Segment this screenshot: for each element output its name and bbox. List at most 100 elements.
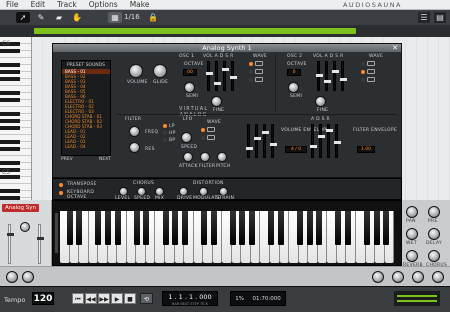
- roll-black-key[interactable]: [0, 63, 20, 67]
- vol-env-release-slider[interactable]: [270, 124, 277, 158]
- black-key[interactable]: [373, 211, 380, 245]
- mixer-pre-knob[interactable]: [428, 206, 440, 218]
- menu-edit[interactable]: Edit: [25, 0, 52, 9]
- tempo-field[interactable]: 120: [32, 292, 54, 305]
- menu-make[interactable]: Make: [124, 0, 156, 9]
- mixer-wet-knob[interactable]: [406, 228, 418, 240]
- osc2-semi-knob[interactable]: [288, 82, 299, 93]
- square-wave-icon[interactable]: [207, 135, 215, 140]
- osc1-decay-slider[interactable]: [222, 61, 229, 91]
- filter-lp-led[interactable]: [163, 124, 167, 128]
- osc2-fine-knob[interactable]: [315, 96, 326, 107]
- osc1-fine-knob[interactable]: [211, 96, 222, 107]
- filter-res-knob[interactable]: [129, 142, 140, 153]
- black-key[interactable]: [306, 211, 313, 245]
- close-icon[interactable]: ✕: [391, 44, 399, 52]
- filter-env-sustain-slider[interactable]: [326, 124, 333, 158]
- play-icon[interactable]: ▶: [111, 293, 123, 304]
- roll-black-key[interactable]: [0, 112, 20, 116]
- lfo-speed-knob[interactable]: [181, 132, 192, 143]
- black-key[interactable]: [248, 211, 256, 245]
- osc1-vol-slider[interactable]: [206, 61, 213, 91]
- osc2-wave-led[interactable]: [361, 70, 365, 74]
- roll-black-key[interactable]: [0, 119, 20, 123]
- lfo-attack-knob[interactable]: [183, 152, 193, 162]
- black-key[interactable]: [114, 211, 121, 245]
- channel-knob[interactable]: [22, 271, 34, 283]
- black-key[interactable]: [181, 211, 188, 245]
- black-key[interactable]: [364, 211, 371, 245]
- sine-wave-icon[interactable]: [207, 127, 215, 132]
- osc1-wave-led[interactable]: [249, 70, 253, 74]
- transpose-up-icon[interactable]: [59, 183, 63, 187]
- black-key[interactable]: [162, 211, 169, 245]
- black-key[interactable]: [104, 211, 112, 245]
- black-key[interactable]: [316, 211, 323, 245]
- osc1-sustain-slider[interactable]: [230, 61, 237, 91]
- sine-wave-icon[interactable]: [255, 77, 263, 82]
- osc2-wave-led[interactable]: [361, 78, 365, 82]
- hand-icon[interactable]: ✋: [70, 12, 84, 23]
- channel-knob[interactable]: [432, 271, 444, 283]
- next-preset-button[interactable]: NEXT: [99, 157, 111, 162]
- osc1-attack-slider[interactable]: [214, 61, 221, 91]
- mixer-pan-knob[interactable]: [406, 206, 418, 218]
- grid-resolution[interactable]: 1/16: [124, 12, 140, 23]
- mixer-delay-knob[interactable]: [428, 228, 440, 240]
- distortion-modulate-knob[interactable]: [199, 187, 208, 196]
- roll-black-key[interactable]: [0, 126, 20, 130]
- osc1-octave-display[interactable]: 00: [183, 69, 197, 76]
- black-key[interactable]: [66, 211, 73, 245]
- filter-env-decay-slider[interactable]: [318, 124, 325, 158]
- pointer-icon[interactable]: ➚: [16, 12, 30, 23]
- stop-icon[interactable]: ■: [124, 293, 136, 304]
- osc2-octave-display[interactable]: 0: [287, 69, 301, 76]
- distortion-drive-knob[interactable]: [179, 187, 188, 196]
- osc1-wave-led[interactable]: [249, 62, 253, 66]
- osc2-vol-slider[interactable]: [316, 61, 323, 91]
- track-send-slider[interactable]: [37, 224, 44, 264]
- lock-icon[interactable]: 🔒: [146, 12, 160, 23]
- black-key[interactable]: [344, 211, 352, 245]
- volume-knob[interactable]: [129, 64, 143, 78]
- black-key[interactable]: [76, 211, 83, 245]
- piano-roll-keys[interactable]: C6 C5: [0, 37, 32, 227]
- filter-env-release-slider[interactable]: [334, 124, 341, 158]
- black-key[interactable]: [210, 211, 217, 245]
- menu-options[interactable]: Options: [83, 0, 124, 9]
- filter-freq-knob[interactable]: [129, 126, 140, 137]
- lfo-wave-led[interactable]: [201, 128, 205, 132]
- timeline-progress[interactable]: [0, 25, 450, 37]
- mixer-view-icon[interactable]: ▤: [434, 12, 446, 23]
- lfo-pitch-knob[interactable]: [217, 152, 227, 162]
- osc2-wave-led[interactable]: [361, 62, 365, 66]
- roll-black-key[interactable]: [0, 189, 20, 193]
- roll-black-key[interactable]: [0, 49, 20, 53]
- pencil-icon[interactable]: ✎: [34, 12, 48, 23]
- square-wave-icon[interactable]: [367, 69, 375, 74]
- black-key[interactable]: [268, 211, 275, 245]
- black-key[interactable]: [277, 211, 284, 245]
- channel-knob[interactable]: [392, 271, 404, 283]
- channel-knob[interactable]: [412, 271, 424, 283]
- osc1-semi-knob[interactable]: [184, 82, 195, 93]
- prev-preset-button[interactable]: PREV: [61, 157, 73, 162]
- rewind-icon[interactable]: ◀◀: [85, 293, 97, 304]
- roll-black-key[interactable]: [0, 161, 20, 165]
- lfo-filter-knob[interactable]: [200, 152, 210, 162]
- roll-black-key[interactable]: [0, 91, 20, 95]
- list-view-icon[interactable]: ☰: [418, 12, 430, 23]
- transpose-down-icon[interactable]: [59, 191, 63, 195]
- grid-icon[interactable]: ▦: [108, 12, 122, 23]
- roll-black-key[interactable]: [0, 140, 20, 144]
- black-key[interactable]: [143, 211, 150, 245]
- black-key[interactable]: [296, 211, 304, 245]
- square-wave-icon[interactable]: [255, 69, 263, 74]
- black-key[interactable]: [239, 211, 246, 245]
- track-name[interactable]: Analog Syn: [2, 204, 39, 212]
- black-key[interactable]: [383, 211, 390, 245]
- osc2-attack-slider[interactable]: [324, 61, 331, 91]
- channel-knob[interactable]: [372, 271, 384, 283]
- roll-black-key[interactable]: [0, 77, 20, 81]
- black-key[interactable]: [335, 211, 342, 245]
